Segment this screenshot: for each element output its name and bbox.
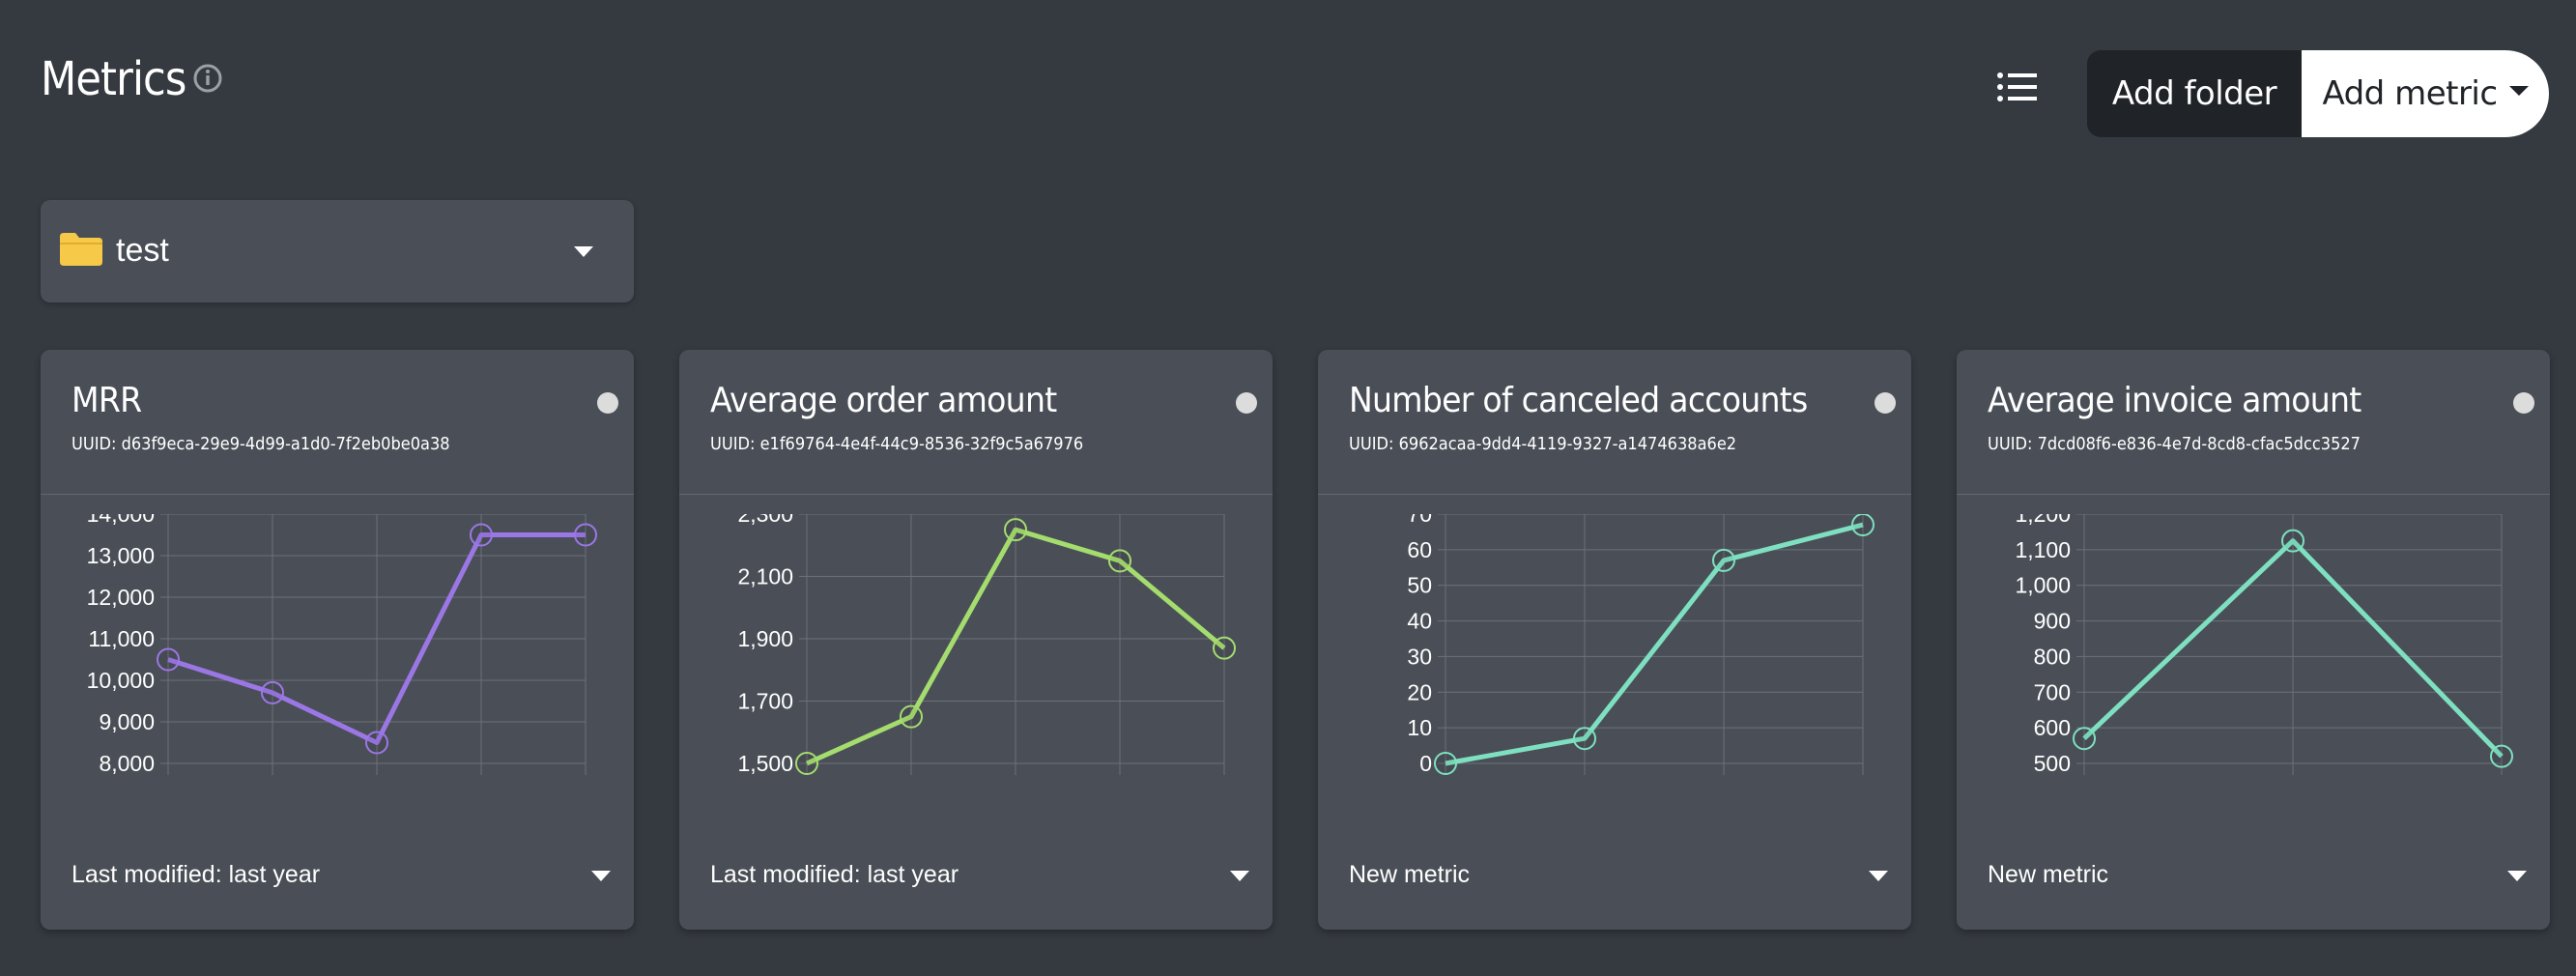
y-tick-label: 1,700 xyxy=(737,689,793,714)
y-tick-label: 10 xyxy=(1407,715,1432,740)
status-indicator xyxy=(2513,392,2534,414)
y-tick-label: 1,200 xyxy=(2015,514,2071,527)
data-point xyxy=(1434,752,1457,775)
info-circle-icon[interactable] xyxy=(191,62,224,95)
metric-title: Number of canceled accounts xyxy=(1349,381,1808,420)
add-metric-button[interactable]: Add metric xyxy=(2302,50,2549,137)
chevron-down-icon[interactable] xyxy=(591,871,611,881)
y-tick-label: 40 xyxy=(1407,609,1432,634)
status-indicator xyxy=(597,392,618,414)
data-point xyxy=(261,680,284,704)
data-point xyxy=(1712,548,1735,572)
y-tick-label: 8,000 xyxy=(99,751,155,776)
metric-card[interactable]: Number of canceled accounts UUID: 6962ac… xyxy=(1318,350,1911,930)
y-tick-label: 10,000 xyxy=(87,668,155,693)
data-point xyxy=(470,523,493,547)
metric-footer: Last modified: last year xyxy=(72,861,321,888)
folder-icon xyxy=(60,233,102,266)
list-view-icon[interactable] xyxy=(1996,70,2039,108)
metric-card[interactable]: Average order amount UUID: e1f69764-4e4f… xyxy=(679,350,1273,930)
chevron-down-icon[interactable] xyxy=(1230,871,1249,881)
metric-title: Average order amount xyxy=(710,381,1057,420)
metric-uuid: UUID: 7dcd08f6-e836-4e7d-8cd8-cfac5dcc35… xyxy=(1988,434,2361,454)
chevron-down-icon xyxy=(574,246,593,257)
chevron-down-icon xyxy=(2508,86,2529,96)
y-tick-label: 0 xyxy=(1419,751,1432,776)
metric-card[interactable]: MRR UUID: d63f9eca-29e9-4d99-a1d0-7f2eb0… xyxy=(41,350,634,930)
card-divider xyxy=(41,494,634,495)
y-tick-label: 900 xyxy=(2034,609,2071,634)
y-tick-label: 13,000 xyxy=(87,543,155,568)
data-point xyxy=(1004,518,1027,542)
y-tick-label: 60 xyxy=(1407,537,1432,562)
data-point xyxy=(365,731,388,755)
y-tick-label: 9,000 xyxy=(99,709,155,734)
metric-chart: 8,000 9,000 10,000 11,000 12,000 13,000 14,000 xyxy=(87,514,597,776)
status-indicator xyxy=(1875,392,1896,414)
y-tick-label: 1,100 xyxy=(2015,537,2071,562)
data-point xyxy=(2490,744,2513,768)
add-metric-label: Add metric xyxy=(2322,74,2498,113)
metric-card[interactable]: Average invoice amount UUID: 7dcd08f6-e8… xyxy=(1957,350,2550,930)
y-tick-label: 11,000 xyxy=(88,626,155,651)
data-point xyxy=(2073,727,2096,751)
data-point xyxy=(1573,727,1596,751)
chevron-down-icon[interactable] xyxy=(1869,871,1888,881)
folder-name: test xyxy=(116,232,169,269)
metric-uuid: UUID: d63f9eca-29e9-4d99-a1d0-7f2eb0be0a… xyxy=(72,434,450,454)
metric-uuid: UUID: e1f69764-4e4f-44c9-8536-32f9c5a679… xyxy=(710,434,1084,454)
add-folder-label: Add folder xyxy=(2111,74,2277,113)
status-indicator xyxy=(1236,392,1257,414)
metric-chart: 500 600 700 800 900 1,000 1,100 1,200 xyxy=(2015,514,2513,776)
metric-uuid: UUID: 6962acaa-9dd4-4119-9327-a1474638a6… xyxy=(1349,434,1737,454)
folder-select[interactable]: test xyxy=(41,200,634,302)
card-divider xyxy=(1957,494,2550,495)
y-tick-label: 600 xyxy=(2034,715,2071,740)
data-point xyxy=(157,647,180,672)
y-tick-label: 30 xyxy=(1407,644,1432,669)
y-tick-label: 12,000 xyxy=(87,585,155,610)
y-tick-label: 2,100 xyxy=(737,564,793,589)
data-point xyxy=(1213,636,1236,660)
y-tick-label: 700 xyxy=(2034,679,2071,704)
card-divider xyxy=(679,494,1273,495)
metric-chart: 0 10 20 30 40 50 60 70 xyxy=(1407,514,1875,776)
data-point xyxy=(1108,549,1131,573)
data-point xyxy=(1851,514,1875,537)
metric-footer: New metric xyxy=(1988,861,2109,888)
data-point xyxy=(574,523,597,547)
add-folder-button[interactable]: Add folder xyxy=(2087,50,2302,137)
metric-title: Average invoice amount xyxy=(1988,381,2361,420)
chevron-down-icon[interactable] xyxy=(2507,871,2527,881)
y-tick-label: 20 xyxy=(1407,679,1432,704)
y-tick-label: 2,300 xyxy=(737,514,793,527)
metric-title: MRR xyxy=(72,381,142,420)
y-tick-label: 1,500 xyxy=(737,751,793,776)
data-point xyxy=(900,704,923,729)
metric-chart: 1,500 1,700 1,900 2,100 2,300 xyxy=(737,514,1236,776)
y-tick-label: 14,000 xyxy=(87,514,155,527)
metric-footer: New metric xyxy=(1349,861,1471,888)
y-tick-label: 1,000 xyxy=(2015,573,2071,598)
y-tick-label: 50 xyxy=(1407,573,1432,598)
data-point xyxy=(795,752,818,775)
y-tick-label: 1,900 xyxy=(737,626,793,651)
metric-footer: Last modified: last year xyxy=(710,861,959,888)
y-tick-label: 800 xyxy=(2034,644,2071,669)
y-tick-label: 70 xyxy=(1407,514,1432,527)
page-title: Metrics xyxy=(41,52,186,106)
data-point xyxy=(2281,529,2304,553)
y-tick-label: 500 xyxy=(2034,751,2071,776)
card-divider xyxy=(1318,494,1911,495)
